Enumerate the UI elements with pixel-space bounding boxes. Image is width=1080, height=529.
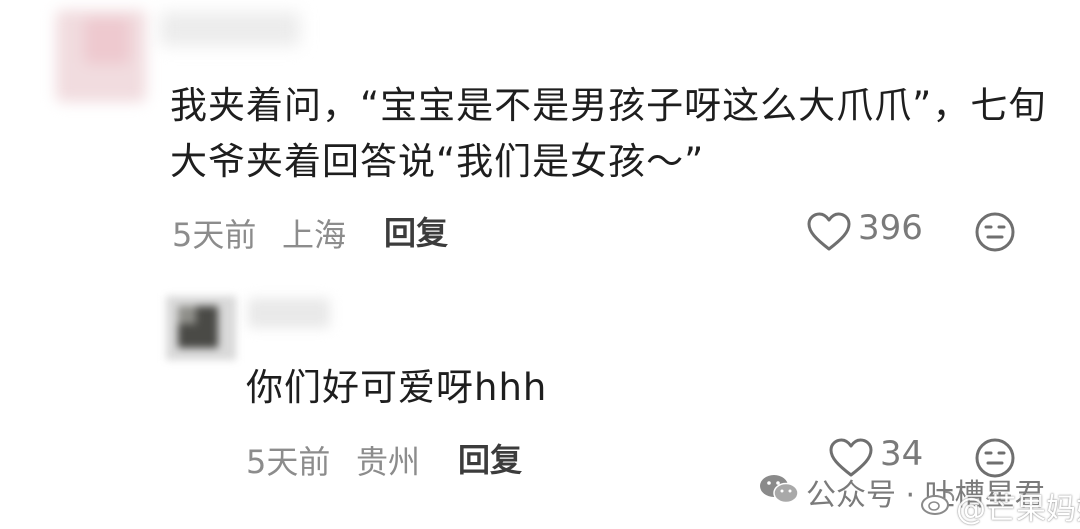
username-blurred[interactable] bbox=[160, 12, 300, 46]
reply-button[interactable]: 回复 bbox=[384, 208, 448, 254]
username-blurred[interactable] bbox=[248, 298, 330, 328]
comment-time: 5天前 bbox=[246, 443, 331, 481]
comment-text: 你们好可爱呀hhh bbox=[246, 366, 548, 409]
reply-button[interactable]: 回复 bbox=[458, 435, 522, 481]
avatar[interactable] bbox=[160, 292, 242, 366]
wechat-logo-icon bbox=[758, 472, 800, 510]
weibo-logo-icon bbox=[920, 488, 956, 520]
comment-location: 贵州 bbox=[356, 443, 421, 481]
heart-icon[interactable] bbox=[806, 211, 852, 253]
like-count: 396 bbox=[858, 208, 923, 248]
comment-time: 5天前 bbox=[172, 216, 257, 254]
comment-text: 我夹着问，“宝宝是不是男孩子呀这么大爪爪”，七旬大爷夹着回答说“我们是女孩～” bbox=[170, 84, 1047, 183]
comment-location: 上海 bbox=[282, 216, 347, 254]
weibo-account-watermark: @芒果妈妈 bbox=[956, 492, 1080, 527]
like-count: 34 bbox=[880, 434, 924, 474]
avatar[interactable] bbox=[38, 0, 150, 118]
meh-face-icon[interactable] bbox=[974, 211, 1016, 253]
